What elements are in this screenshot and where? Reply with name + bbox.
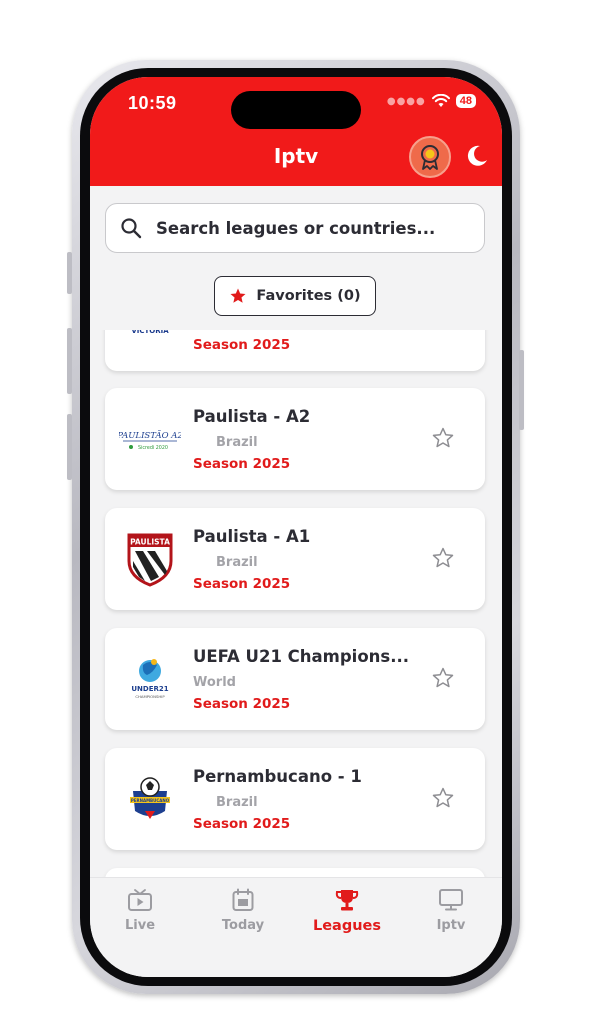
- signal-icon: ●●●●: [386, 95, 426, 107]
- league-logo: PAULISTÃO A2 Sicredi 2020: [119, 408, 181, 470]
- monitor-icon: [439, 889, 463, 911]
- award-medal-icon: [421, 145, 439, 170]
- football-victoria-logo: FOOTBALL VICTORIA: [131, 330, 169, 335]
- tab-live[interactable]: Live: [95, 888, 185, 933]
- tab-label: Live: [124, 918, 156, 933]
- league-card-partial[interactable]: [105, 868, 485, 877]
- svg-text:PERNAMBUCANO: PERNAMBUCANO: [131, 798, 170, 803]
- bottom-tab-bar: Live Today Leagues Iptv: [90, 877, 502, 977]
- svg-text:PAULISTÃO A2: PAULISTÃO A2: [119, 429, 181, 441]
- phone-volume-down: [67, 414, 72, 480]
- favorite-star-icon[interactable]: [431, 426, 455, 450]
- phone-action-button: [67, 252, 72, 294]
- favorites-button[interactable]: Favorites (0): [214, 276, 376, 316]
- battery-indicator: 48: [455, 94, 476, 108]
- status-time: 10:59: [128, 93, 177, 113]
- app-header: 10:59 ●●●● 48 Iptv: [90, 77, 502, 186]
- svg-text:Sicredi 2020: Sicredi 2020: [138, 445, 168, 451]
- phone-power-button: [519, 350, 524, 430]
- league-name: Paulista - A1: [193, 527, 311, 546]
- tab-label: Today: [221, 918, 265, 933]
- search-icon: [121, 218, 142, 239]
- search-input[interactable]: [156, 218, 476, 238]
- tab-iptv[interactable]: Iptv: [406, 888, 496, 933]
- svg-text:VICTORIA: VICTORIA: [131, 330, 169, 335]
- league-name: UEFA U21 Champions...: [193, 647, 410, 666]
- league-name: Pernambucano - 1: [193, 767, 362, 786]
- dark-mode-moon-icon[interactable]: [464, 143, 490, 169]
- favorite-star-icon[interactable]: [431, 666, 455, 690]
- league-list[interactable]: FOOTBALL VICTORIA Season 2025 PAULISTÃO …: [90, 330, 502, 877]
- league-season: Season 2025: [193, 456, 291, 472]
- svg-text:CHAMPIONSHIP: CHAMPIONSHIP: [135, 694, 165, 699]
- svg-text:UNDER21: UNDER21: [131, 685, 168, 693]
- favorites-label: Favorites (0): [256, 288, 361, 304]
- tab-today[interactable]: Today: [198, 888, 288, 933]
- league-country: World: [193, 675, 236, 690]
- uefa-u21-logo: UNDER21 CHAMPIONSHIP: [131, 659, 169, 699]
- league-country: Brazil: [216, 435, 258, 450]
- league-logo: PERNAMBUCANO: [119, 768, 181, 830]
- league-season: Season 2025: [193, 696, 291, 712]
- league-card[interactable]: PAULISTÃO A2 Sicredi 2020 Paulista - A2 …: [105, 388, 485, 490]
- award-button[interactable]: [409, 136, 451, 178]
- league-season: Season 2025: [193, 816, 291, 832]
- league-country: Brazil: [216, 795, 258, 810]
- tab-leagues[interactable]: Leagues: [302, 888, 392, 934]
- pernambucano-logo: PERNAMBUCANO: [130, 777, 170, 819]
- favorite-star-icon[interactable]: [431, 786, 455, 810]
- tv-play-icon: [128, 889, 152, 911]
- league-card-partial[interactable]: FOOTBALL VICTORIA Season 2025: [105, 330, 485, 371]
- paulista-a2-logo: PAULISTÃO A2 Sicredi 2020: [119, 429, 181, 451]
- league-country: Brazil: [216, 555, 258, 570]
- league-card[interactable]: PERNAMBUCANO Pernambucano - 1 Brazil Sea…: [105, 748, 485, 850]
- favorite-star-icon[interactable]: [431, 546, 455, 570]
- league-season: Season 2025: [193, 337, 291, 353]
- tab-label: Iptv: [436, 918, 466, 933]
- league-card[interactable]: UNDER21 CHAMPIONSHIP UEFA U21 Champions.…: [105, 628, 485, 730]
- league-card[interactable]: PAULISTA Paulista - A1 Brazil Season 202…: [105, 508, 485, 610]
- search-bar[interactable]: [105, 203, 485, 253]
- league-logo: UNDER21 CHAMPIONSHIP: [119, 648, 181, 710]
- paulista-a1-shield-logo: PAULISTA: [127, 533, 173, 587]
- league-season: Season 2025: [193, 576, 291, 592]
- tab-label: Leagues: [312, 918, 382, 934]
- star-filled-icon: [230, 288, 246, 303]
- league-logo-football-victoria: FOOTBALL VICTORIA: [119, 330, 181, 351]
- svg-text:PAULISTA: PAULISTA: [130, 538, 170, 547]
- league-logo: PAULISTA: [119, 528, 181, 590]
- app-screen: 10:59 ●●●● 48 Iptv Search leagues or cou…: [90, 77, 502, 977]
- status-indicators: ●●●● 48: [387, 94, 476, 108]
- dynamic-island: [231, 91, 361, 129]
- phone-volume-up: [67, 328, 72, 394]
- wifi-icon: [431, 94, 450, 107]
- league-name: Paulista - A2: [193, 407, 311, 426]
- calendar-icon: [232, 888, 254, 911]
- trophy-icon: [335, 890, 359, 911]
